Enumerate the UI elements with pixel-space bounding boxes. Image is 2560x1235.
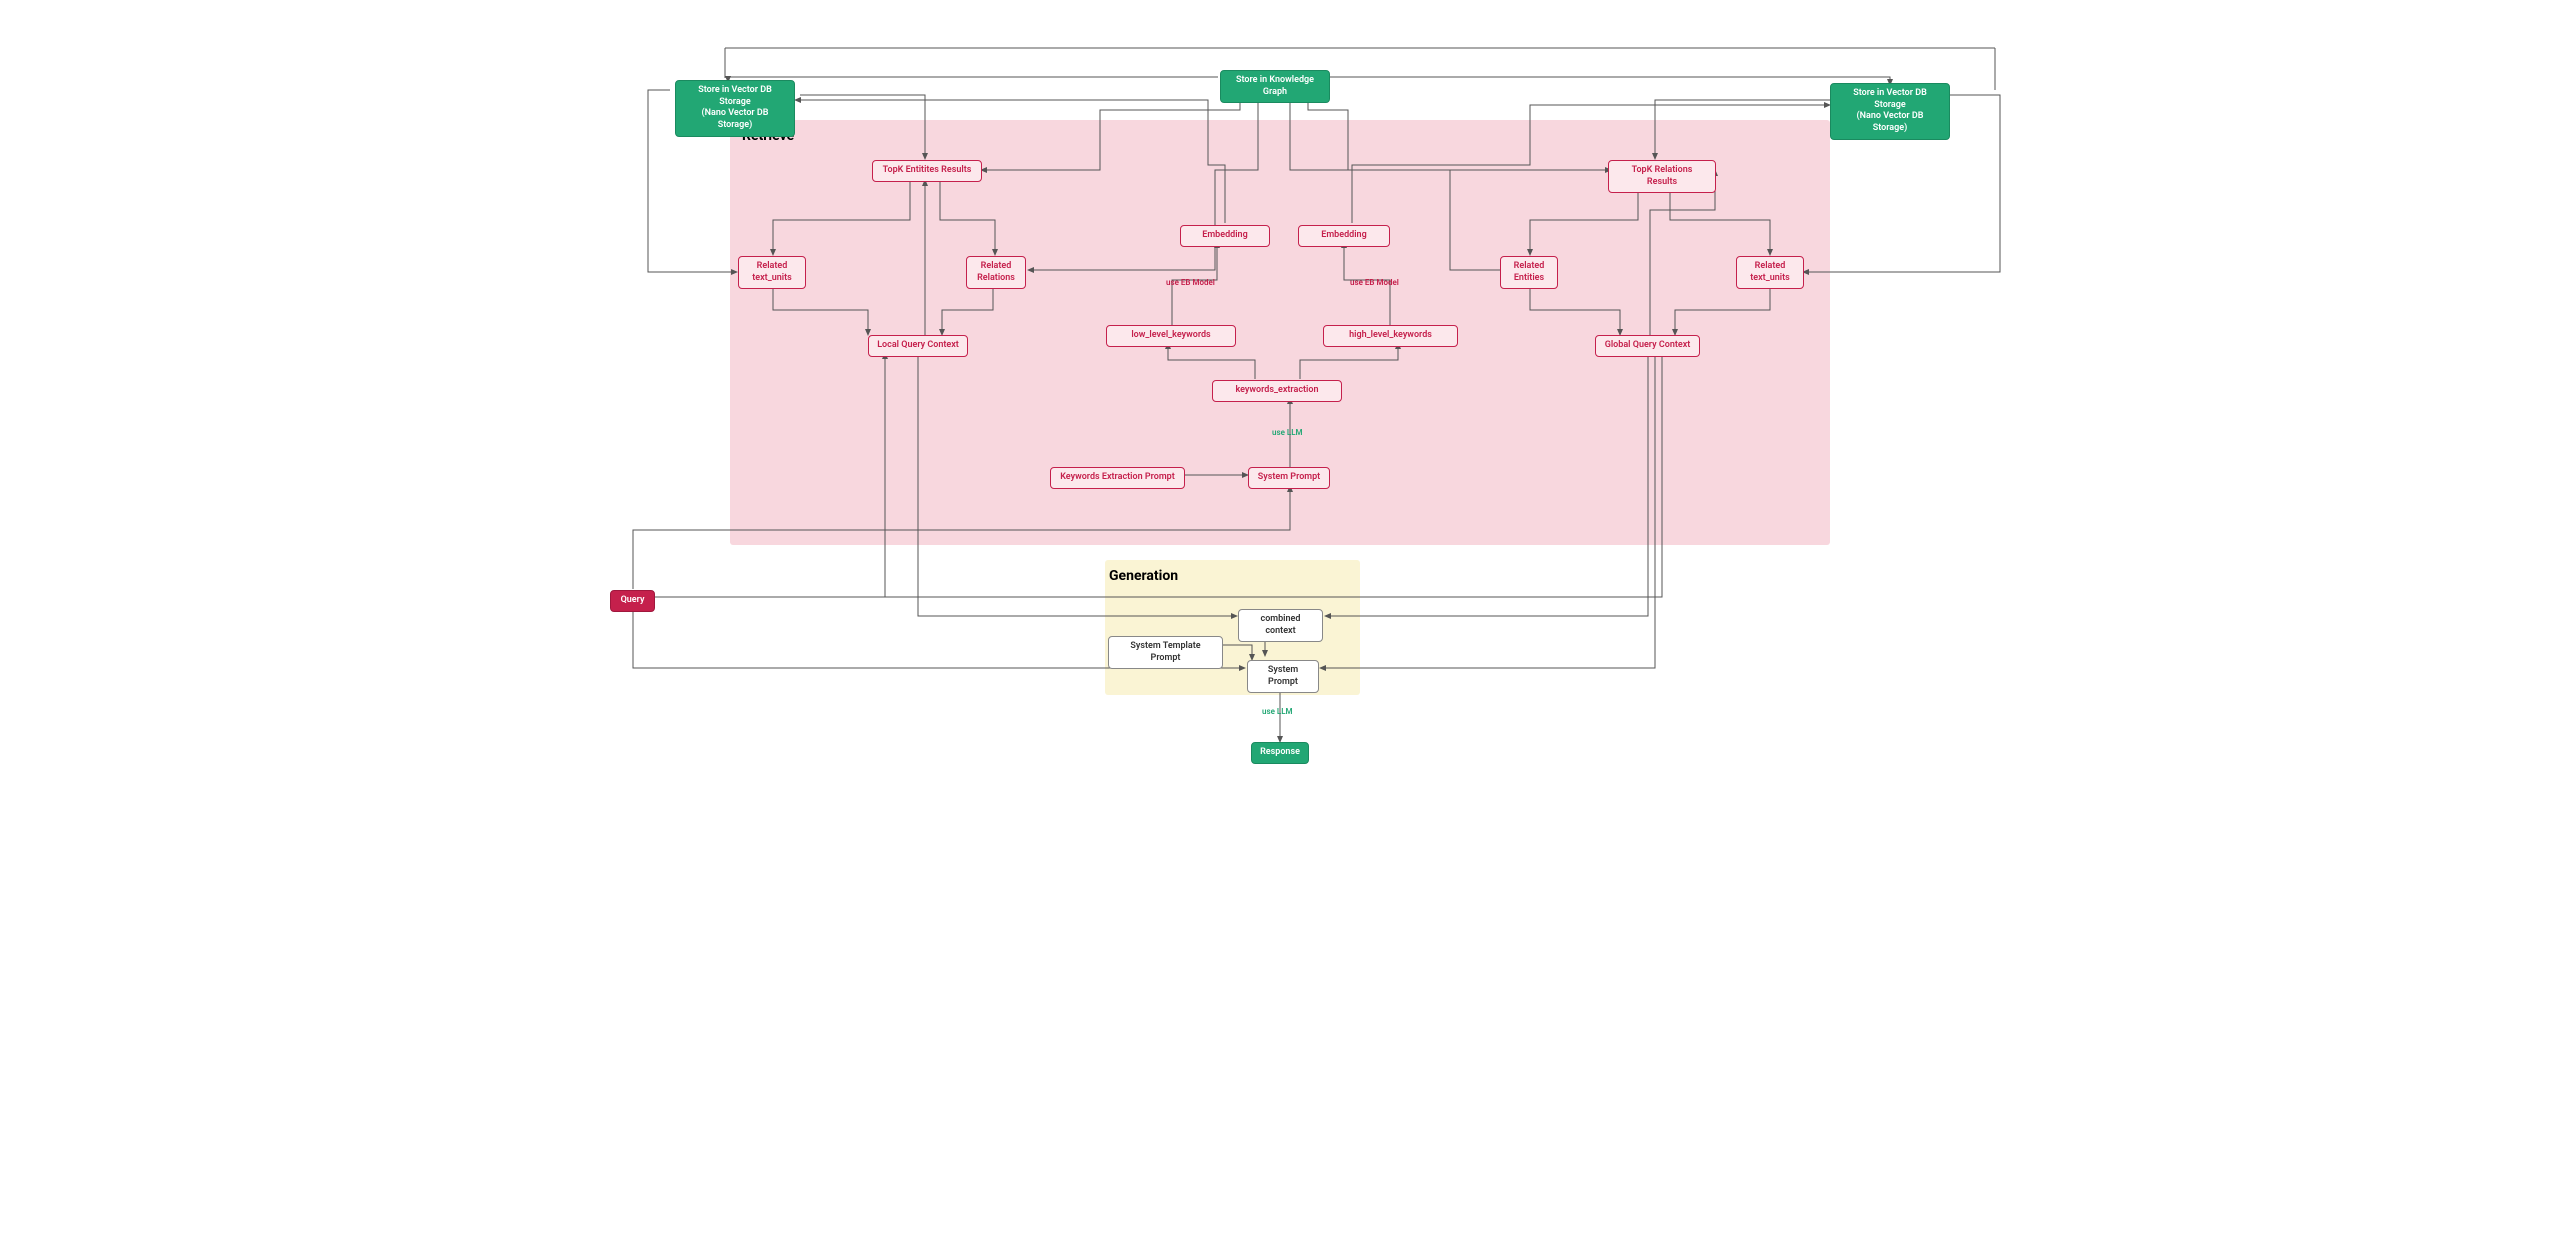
node-response: Response [1251,742,1309,764]
node-system-prompt-retrieve: System Prompt [1248,467,1330,489]
node-related-entities: Related Entities [1500,256,1558,289]
node-store-vdb-left: Store in Vector DB Storage (Nano Vector … [675,80,795,137]
node-system-template-prompt: System Template Prompt [1108,636,1223,669]
edge-label-use-eb-left: use EB Model [1166,278,1215,287]
flow-diagram: Retrieve Generation [520,20,2040,790]
node-embedding-right: Embedding [1298,225,1390,247]
node-combined-context: combined context [1238,609,1323,642]
edge-label-use-eb-right: use EB Model [1350,278,1399,287]
node-low-level-keywords: low_level_keywords [1106,325,1236,347]
node-topk-entities: TopK Entitites Results [872,160,982,182]
node-topk-relations: TopK Relations Results [1608,160,1716,193]
node-related-relations: Related Relations [966,256,1026,289]
node-global-query-context: Global Query Context [1595,335,1700,357]
node-store-vdb-right: Store in Vector DB Storage (Nano Vector … [1830,83,1950,140]
node-local-query-context: Local Query Context [868,335,968,357]
node-keywords-extraction-prompt: Keywords Extraction Prompt [1050,467,1185,489]
node-store-knowledge-graph: Store in Knowledge Graph [1220,70,1330,103]
node-related-text-units-left: Related text_units [738,256,806,289]
node-query: Query [610,590,655,612]
node-keywords-extraction: keywords_extraction [1212,380,1342,402]
edge-label-use-llm-kw: use LLM [1272,428,1303,437]
node-related-text-units-right: Related text_units [1736,256,1804,289]
edge-label-use-llm-response: use LLM [1262,707,1293,716]
node-system-prompt-gen: System Prompt [1247,660,1319,693]
node-high-level-keywords: high_level_keywords [1323,325,1458,347]
node-embedding-left: Embedding [1180,225,1270,247]
zone-generation-title: Generation [1109,568,1178,584]
